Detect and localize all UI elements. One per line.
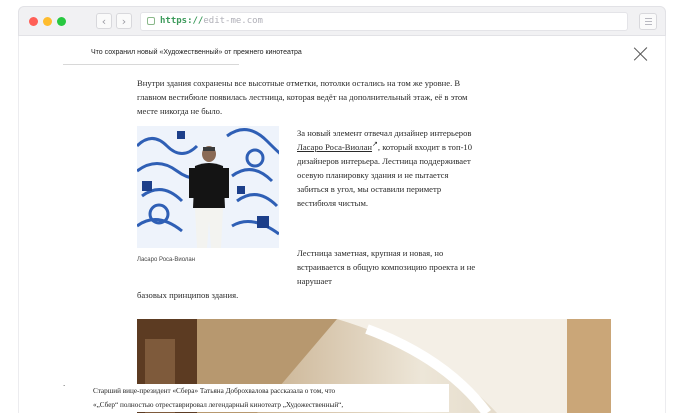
reading-progress-line (63, 64, 239, 65)
url-host: edit-me.com (203, 16, 263, 26)
bottom-quote-line-2: «„Сбер“ полностью отреставрировал легенд… (93, 401, 344, 409)
back-button[interactable]: ‹ (96, 13, 112, 29)
article-page: Что сохранил новый «Художественный» от п… (18, 36, 666, 413)
lock-icon (147, 17, 155, 25)
close-window-dot[interactable] (29, 16, 38, 26)
chevron-left-icon: ‹ (101, 14, 107, 28)
address-bar[interactable]: https://edit-me.com (140, 11, 628, 31)
hamburger-icon (644, 17, 652, 19)
close-icon[interactable] (633, 46, 649, 62)
browser-toolbar: ‹ › https://edit-me.com (18, 6, 666, 36)
paragraph-4: базовых принципов здания. (137, 290, 239, 300)
designer-photo (137, 126, 279, 248)
maximize-window-dot[interactable] (57, 16, 66, 26)
bottom-quote: Старший вице-президент «Сбера» Татьяна Д… (89, 384, 449, 412)
paragraph-3: Лестница заметная, крупная и новая, но в… (297, 248, 476, 286)
chevron-right-icon: › (121, 14, 127, 28)
designer-photo-illustration (137, 126, 279, 248)
forward-button[interactable]: › (116, 13, 132, 29)
paragraph-1: Внутри здания сохранены все высотные отм… (137, 78, 468, 116)
paragraph-2: За новый элемент отвечал дизайнер интерь… (297, 126, 477, 210)
article-top-title: Что сохранил новый «Художественный» от п… (91, 49, 302, 56)
designer-link[interactable]: Ласаро Роса-Виолан (297, 142, 372, 152)
bottom-quote-line-1: Старший вице-президент «Сбера» Татьяна Д… (93, 387, 336, 395)
photo-caption: Ласаро Роса-Виолан (137, 257, 196, 263)
window-controls (29, 16, 66, 26)
url-scheme: https:// (160, 16, 204, 26)
minimize-window-dot[interactable] (43, 16, 52, 26)
list-bullet: · (63, 382, 66, 390)
paragraph-2-text-start: За новый элемент отвечал дизайнер интерь… (297, 128, 472, 138)
browser-menu-button[interactable] (639, 12, 657, 30)
